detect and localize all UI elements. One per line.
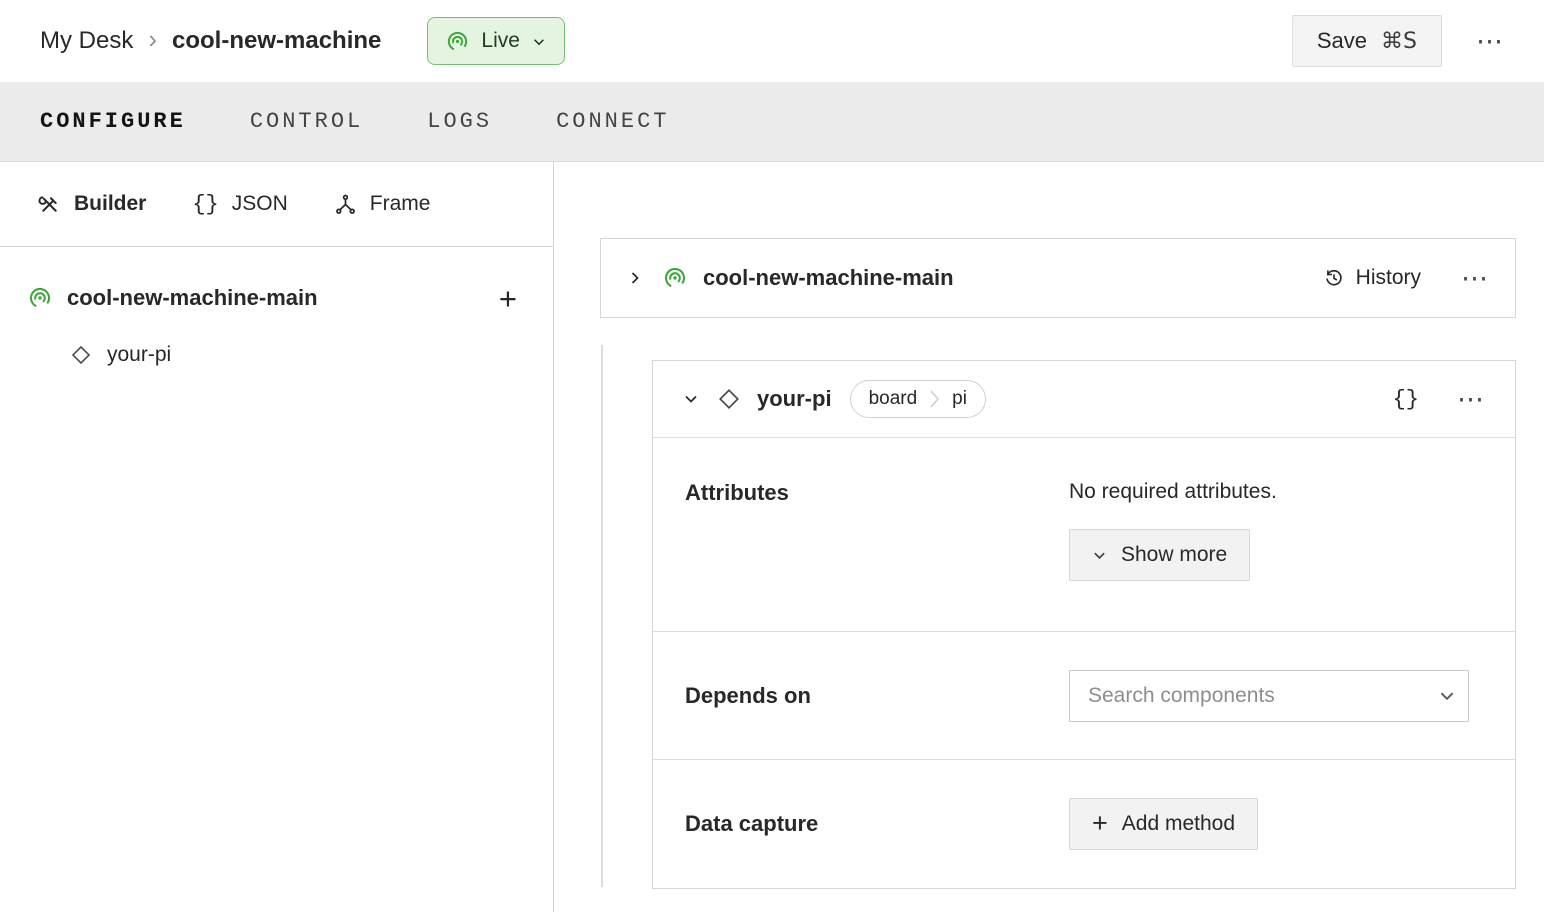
app-window: My Desk › cool-new-machine Live Save ⌘S xyxy=(0,0,1544,912)
plus-icon: + xyxy=(1092,807,1108,838)
mode-json[interactable]: {} JSON xyxy=(192,192,287,217)
chevron-down-icon[interactable] xyxy=(1438,687,1456,705)
data-capture-label: Data capture xyxy=(685,811,819,836)
view-mode-switcher: Builder {} JSON Frame xyxy=(0,162,553,247)
machine-more-menu-icon[interactable]: ⋯ xyxy=(1461,264,1489,292)
depends-on-label: Depends on xyxy=(685,682,811,708)
component-card-header: your-pi board pi {} ⋯ xyxy=(653,361,1515,437)
tree-your-pi-label: your-pi xyxy=(107,343,172,366)
component-tree: cool-new-machine-main + your-pi xyxy=(0,247,553,379)
tree-item-your-pi[interactable]: your-pi xyxy=(70,331,517,379)
search-components-input[interactable] xyxy=(1088,683,1438,708)
type-badge-label: board xyxy=(868,388,918,409)
frame-axes-icon xyxy=(334,193,357,216)
save-label: Save xyxy=(1316,28,1368,53)
viam-machine-icon xyxy=(663,266,687,290)
mode-builder[interactable]: Builder xyxy=(38,192,146,216)
machine-card: cool-new-machine-main History ⋯ xyxy=(600,238,1516,318)
braces-icon: {} xyxy=(192,191,219,217)
main-layout: Builder {} JSON Frame cool-new-machine-m… xyxy=(0,162,1544,912)
tree-connector-line xyxy=(601,345,603,887)
chevron-down-icon xyxy=(1092,548,1107,563)
mode-frame-label: Frame xyxy=(369,192,431,215)
mode-builder-label: Builder xyxy=(74,192,147,215)
show-more-label: Show more xyxy=(1121,543,1228,566)
component-card-your-pi: your-pi board pi {} ⋯ Attributes No requ… xyxy=(652,360,1516,889)
depends-on-row: Depends on xyxy=(653,631,1515,759)
component-title: your-pi xyxy=(757,386,832,411)
more-menu-icon[interactable]: ⋯ xyxy=(1476,27,1504,55)
history-label: History xyxy=(1355,266,1421,289)
live-label: Live xyxy=(481,29,520,52)
attributes-empty-text: No required attributes. xyxy=(1069,480,1277,503)
history-clock-icon xyxy=(1323,267,1345,289)
chevron-down-icon xyxy=(532,35,546,49)
breadcrumb-current: cool-new-machine xyxy=(172,27,382,54)
depends-select[interactable] xyxy=(1069,669,1469,722)
chevron-right-icon[interactable] xyxy=(627,270,643,286)
save-shortcut: ⌘S xyxy=(1381,28,1417,54)
mode-frame[interactable]: Frame xyxy=(334,192,431,216)
machine-card-title: cool-new-machine-main xyxy=(703,265,954,290)
attributes-label: Attributes xyxy=(685,480,789,505)
add-method-button[interactable]: + Add method xyxy=(1069,798,1259,850)
topbar-actions: Save ⌘S ⋯ xyxy=(1291,15,1504,67)
tab-bar: CONFIGURE CONTROL LOGS CONNECT xyxy=(0,82,1544,162)
tools-icon xyxy=(38,193,61,216)
mode-json-label: JSON xyxy=(231,192,288,215)
component-type-badge: board pi xyxy=(849,380,986,418)
tree-machine-label: cool-new-machine-main xyxy=(67,285,318,310)
badge-separator-chevron-icon xyxy=(928,389,941,409)
component-diamond-icon xyxy=(70,344,92,366)
viam-live-icon xyxy=(446,30,469,53)
tree-item-machine[interactable]: cool-new-machine-main + xyxy=(28,273,517,323)
component-more-menu-icon[interactable]: ⋯ xyxy=(1457,385,1485,413)
data-capture-row: Data capture + Add method xyxy=(653,759,1515,888)
attributes-row: Attributes No required attributes. Show … xyxy=(653,437,1515,631)
breadcrumb-separator: › xyxy=(148,24,158,54)
add-component-button[interactable]: + xyxy=(499,283,517,314)
component-diamond-icon xyxy=(717,387,741,411)
chevron-down-icon[interactable] xyxy=(683,391,699,407)
add-method-label: Add method xyxy=(1121,812,1236,835)
tab-configure[interactable]: CONFIGURE xyxy=(40,109,186,134)
top-bar: My Desk › cool-new-machine Live Save ⌘S xyxy=(0,0,1544,82)
breadcrumb-parent[interactable]: My Desk xyxy=(40,27,133,55)
tab-control[interactable]: CONTROL xyxy=(250,109,363,134)
tab-logs[interactable]: LOGS xyxy=(427,109,492,134)
configure-panel: cool-new-machine-main History ⋯ your-pi … xyxy=(554,162,1544,912)
live-status-dropdown[interactable]: Live xyxy=(427,17,565,65)
edit-json-icon[interactable]: {} xyxy=(1393,387,1419,412)
viam-machine-icon xyxy=(28,286,52,310)
tab-connect[interactable]: CONNECT xyxy=(556,109,669,134)
save-button[interactable]: Save ⌘S xyxy=(1291,15,1442,67)
show-more-button[interactable]: Show more xyxy=(1069,529,1251,581)
history-button[interactable]: History xyxy=(1323,266,1421,290)
breadcrumb: My Desk › cool-new-machine xyxy=(40,24,381,58)
model-badge-label: pi xyxy=(952,388,967,409)
sidebar: Builder {} JSON Frame cool-new-machine-m… xyxy=(0,162,554,912)
